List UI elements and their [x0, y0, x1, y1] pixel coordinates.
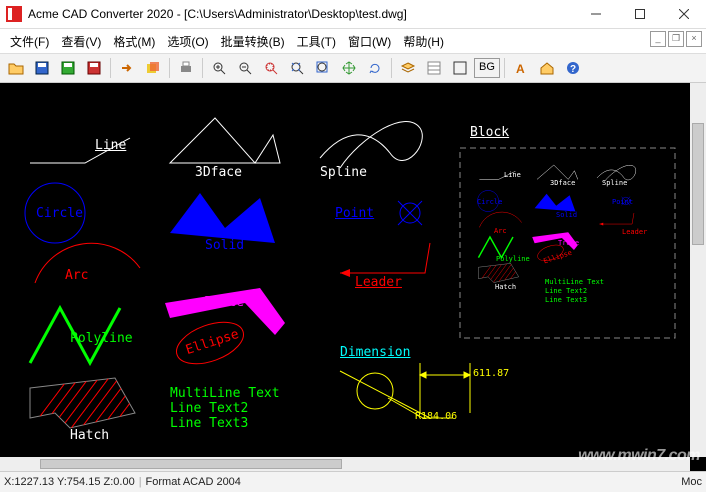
- label-solid: Solid: [205, 238, 244, 253]
- label-mtext2: Line Text2: [170, 401, 248, 416]
- watermark: www.mwin7.com: [578, 447, 700, 465]
- menu-bar: 文件(F) 查看(V) 格式(M) 选项(O) 批量转换(B) 工具(T) 窗口…: [0, 29, 706, 54]
- label-leader: Leader: [355, 275, 402, 290]
- block-label-mtext3: Line Text3: [545, 296, 587, 304]
- label-3dface: 3Dface: [195, 165, 242, 180]
- maximize-button[interactable]: [618, 0, 662, 28]
- menu-view[interactable]: 查看(V): [55, 31, 107, 52]
- block-label-point: Point: [612, 198, 633, 206]
- label-line: Line: [95, 138, 126, 153]
- label-point: Point: [335, 206, 374, 221]
- title-bar: Acme CAD Converter 2020 - [C:\Users\Admi…: [0, 0, 706, 29]
- save-icon[interactable]: [30, 56, 54, 80]
- svg-text:A: A: [516, 62, 525, 76]
- mdi-restore-button[interactable]: ❐: [668, 31, 684, 47]
- label-block: Block: [470, 125, 509, 140]
- menu-option[interactable]: 选项(O): [161, 31, 214, 52]
- mdi-minimize-button[interactable]: _: [650, 31, 666, 47]
- layers-icon[interactable]: [396, 56, 420, 80]
- label-spline: Spline: [320, 165, 367, 180]
- block-label-trace: Trace: [558, 239, 579, 247]
- label-polyline: Polyline: [70, 331, 133, 346]
- label-hatch: Hatch: [70, 428, 109, 443]
- label-dim-r: R184.06: [415, 411, 457, 422]
- window-title: Acme CAD Converter 2020 - [C:\Users\Admi…: [28, 7, 574, 21]
- zoom-in-icon[interactable]: [207, 56, 231, 80]
- menu-window[interactable]: 窗口(W): [342, 31, 397, 52]
- open-icon[interactable]: [4, 56, 28, 80]
- menu-format[interactable]: 格式(M): [107, 31, 161, 52]
- status-format: Format ACAD 2004: [146, 476, 241, 488]
- menu-file[interactable]: 文件(F): [4, 31, 55, 52]
- block-label-polyline: Polyline: [496, 255, 530, 263]
- zoom-window-icon[interactable]: [259, 56, 283, 80]
- export-icon[interactable]: [82, 56, 106, 80]
- block-label-hatch: Hatch: [495, 283, 516, 291]
- mdi-close-button[interactable]: ×: [686, 31, 702, 47]
- label-mtext3: Line Text3: [170, 416, 248, 431]
- zoom-extents-icon[interactable]: [285, 56, 309, 80]
- block-label-mtext1: MultiLine Text: [545, 278, 604, 286]
- background-button[interactable]: BG: [474, 58, 500, 78]
- svg-text:?: ?: [570, 64, 576, 75]
- pan-icon[interactable]: [337, 56, 361, 80]
- status-mode: Moc: [681, 476, 702, 488]
- label-circle: Circle: [36, 206, 83, 221]
- vertical-scrollbar[interactable]: [690, 83, 706, 457]
- menu-help[interactable]: 帮助(H): [397, 31, 450, 52]
- toolbar: BG A ?: [0, 54, 706, 83]
- saveas-icon[interactable]: [56, 56, 80, 80]
- block-label-circle: Circle: [477, 198, 502, 206]
- convert-icon[interactable]: [115, 56, 139, 80]
- block-label-spline: Spline: [602, 179, 627, 187]
- block-label-leader: Leader: [622, 228, 647, 236]
- fullscreen-icon[interactable]: [448, 56, 472, 80]
- label-dim-a: 611.87: [473, 368, 509, 379]
- label-dimension: Dimension: [340, 345, 410, 360]
- block-label-arc: Arc: [494, 227, 507, 235]
- mdi-buttons: _ ❐ ×: [650, 31, 702, 47]
- help-icon[interactable]: ?: [561, 56, 585, 80]
- regen-icon[interactable]: [363, 56, 387, 80]
- status-coords: X:1227.13 Y:754.15 Z:0.00: [4, 476, 135, 488]
- font-icon[interactable]: A: [509, 56, 533, 80]
- close-button[interactable]: [662, 0, 706, 28]
- minimize-button[interactable]: [574, 0, 618, 28]
- batch-icon[interactable]: [141, 56, 165, 80]
- zoom-all-icon[interactable]: [311, 56, 335, 80]
- block-label-3dface: 3Dface: [550, 179, 575, 187]
- menu-batch[interactable]: 批量转换(B): [215, 31, 291, 52]
- block-label-line: Line: [504, 171, 521, 179]
- label-trace: Trace: [205, 295, 244, 310]
- block-label-solid: Solid: [556, 211, 577, 219]
- status-bar: X:1227.13 Y:754.15 Z:0.00 | Format ACAD …: [0, 471, 706, 492]
- print-icon[interactable]: [174, 56, 198, 80]
- home-icon[interactable]: [535, 56, 559, 80]
- properties-icon[interactable]: [422, 56, 446, 80]
- menu-tool[interactable]: 工具(T): [291, 31, 342, 52]
- drawing-canvas[interactable]: Line 3Dface Spline Circle Solid Point Ar…: [0, 83, 706, 471]
- zoom-out-icon[interactable]: [233, 56, 257, 80]
- block-label-mtext2: Line Text2: [545, 287, 587, 295]
- app-icon: [6, 6, 22, 22]
- label-mtext1: MultiLine Text: [170, 386, 280, 401]
- label-arc: Arc: [65, 268, 88, 283]
